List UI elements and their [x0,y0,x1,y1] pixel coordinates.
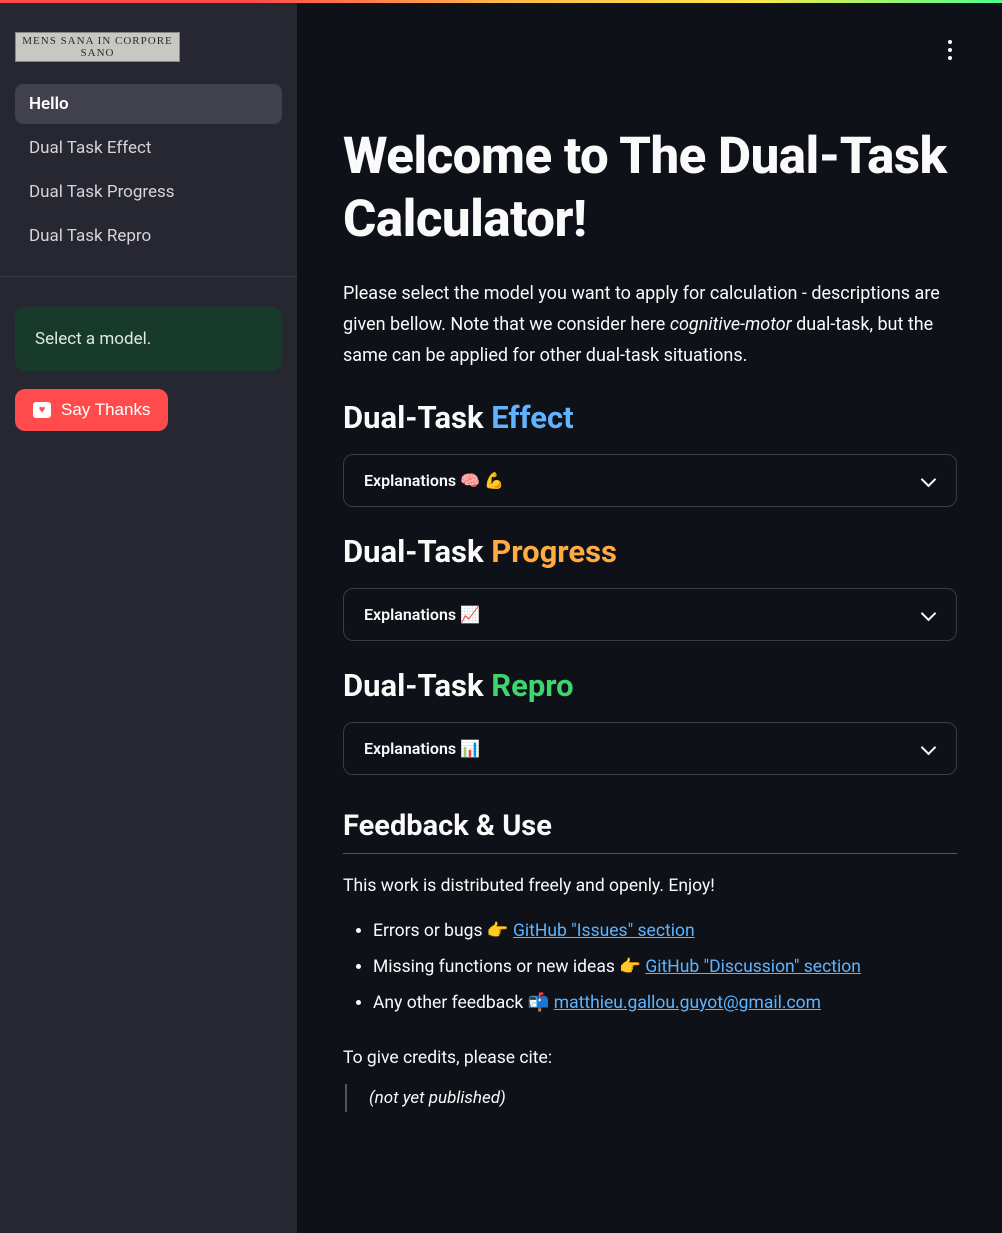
expander-effect[interactable]: Explanations 🧠 💪 [343,454,957,507]
sidebar-item-dual-task-progress[interactable]: Dual Task Progress [15,172,282,212]
chevron-down-icon [920,476,936,486]
expander-label: Explanations 📈 [364,605,480,624]
link-github-issues[interactable]: GitHub "Issues" section [513,921,695,941]
chevron-down-icon [920,744,936,754]
logo: MENS SANA IN CORPORE SANO [15,32,180,62]
section-heading-repro: Dual-Task Repro [343,667,957,704]
list-item: Any other feedback 📬 matthieu.gallou.guy… [373,986,957,1022]
kebab-menu-icon[interactable] [938,38,962,62]
feedback-list: Errors or bugs 👉 GitHub "Issues" section… [343,914,957,1022]
feedback-lead: This work is distributed freely and open… [343,876,957,896]
link-github-discussion[interactable]: GitHub "Discussion" section [645,957,861,977]
link-email[interactable]: matthieu.gallou.guyot@gmail.com [554,993,821,1013]
alert-select-model: Select a model. [15,307,282,371]
expander-label: Explanations 🧠 💪 [364,471,504,490]
chevron-down-icon [920,610,936,620]
page-title: Welcome to The Dual-Task Calculator! [343,125,957,251]
sidebar-item-label: Hello [29,94,69,114]
sidebar-item-hello[interactable]: Hello [15,84,282,124]
say-thanks-button[interactable]: Say Thanks [15,389,168,431]
top-gradient-bar [0,0,1002,3]
feedback-heading: Feedback & Use [343,809,957,854]
expander-progress[interactable]: Explanations 📈 [343,588,957,641]
sidebar-nav: Hello Dual Task Effect Dual Task Progres… [15,84,282,256]
list-item: Missing functions or new ideas 👉 GitHub … [373,950,957,986]
sidebar-item-label: Dual Task Repro [29,226,151,246]
sidebar-divider [0,276,297,277]
intro-paragraph: Please select the model you want to appl… [343,279,957,371]
alert-text: Select a model. [35,329,151,349]
citation-text: (not yet published) [369,1088,506,1108]
section-heading-effect: Dual-Task Effect [343,399,957,436]
sidebar-item-label: Dual Task Effect [29,138,151,158]
sidebar-item-dual-task-repro[interactable]: Dual Task Repro [15,216,282,256]
cite-intro: To give credits, please cite: [343,1048,957,1068]
heart-icon [33,402,51,418]
expander-label: Explanations 📊 [364,739,480,758]
sidebar: MENS SANA IN CORPORE SANO Hello Dual Tas… [0,0,298,1233]
section-heading-progress: Dual-Task Progress [343,533,957,570]
main-content: Welcome to The Dual-Task Calculator! Ple… [298,0,1002,1233]
say-thanks-label: Say Thanks [61,400,150,420]
citation-block: (not yet published) [345,1084,957,1112]
expander-repro[interactable]: Explanations 📊 [343,722,957,775]
sidebar-item-dual-task-effect[interactable]: Dual Task Effect [15,128,282,168]
logo-text: MENS SANA IN CORPORE SANO [16,35,179,59]
sidebar-item-label: Dual Task Progress [29,182,175,202]
list-item: Errors or bugs 👉 GitHub "Issues" section [373,914,957,950]
